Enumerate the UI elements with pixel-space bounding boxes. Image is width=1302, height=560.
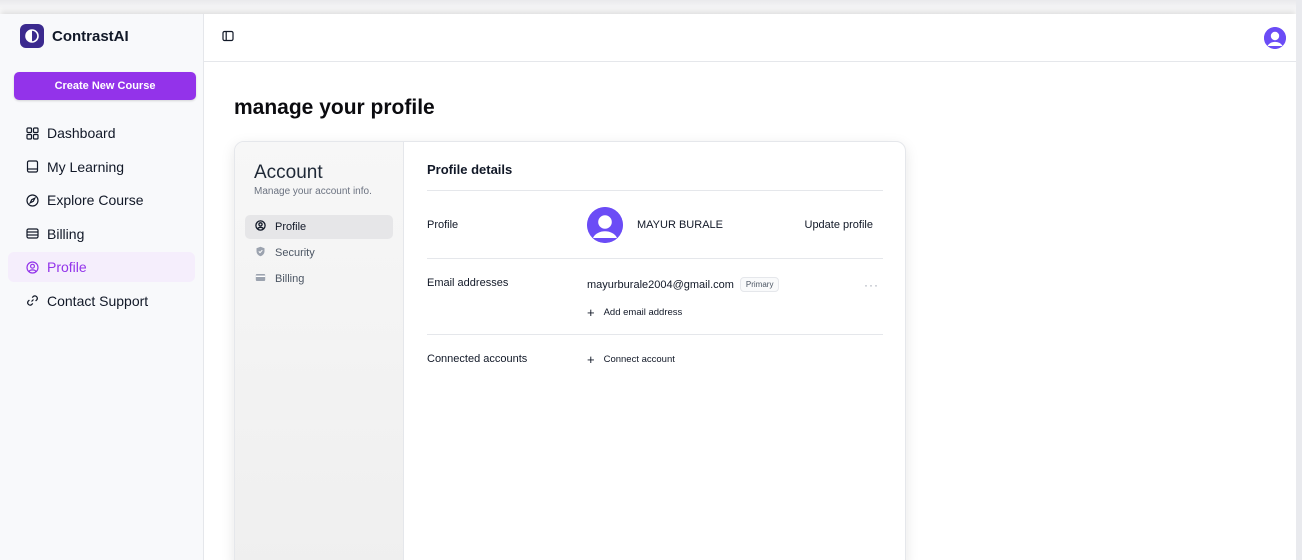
email-address: mayurburale2004@gmail.com xyxy=(587,278,734,291)
account-nav-label: Billing xyxy=(275,273,305,285)
main-content: manage your profile Account Manage your … xyxy=(204,14,1296,560)
sidebar: ContrastAI Create New Course Dashboard M… xyxy=(0,14,204,560)
profile-row: Profile MAYUR BURALE Update profile xyxy=(427,191,883,259)
window-right-edge xyxy=(1296,0,1302,560)
connected-accounts-row: Connected accounts + Connect account xyxy=(427,335,883,366)
page-title: manage your profile xyxy=(234,96,435,119)
profile-details-panel: Profile details Profile MAYUR BURALE Upd… xyxy=(404,142,905,560)
book-icon xyxy=(26,160,39,173)
plus-icon: + xyxy=(587,352,595,367)
sidebar-item-label: Profile xyxy=(47,259,87,275)
brand-logo-icon xyxy=(20,24,44,48)
connect-account-button[interactable]: + Connect account xyxy=(587,353,883,366)
wallet-icon xyxy=(26,227,39,240)
plus-icon: + xyxy=(587,305,595,320)
user-circle-icon xyxy=(26,260,39,274)
dashboard-icon xyxy=(26,126,39,140)
account-nav-label: Profile xyxy=(275,221,307,233)
profile-label: Profile xyxy=(427,218,459,231)
sidebar-item-profile[interactable]: Profile xyxy=(8,252,195,282)
brand-name: ContrastAI xyxy=(52,27,129,45)
credit-card-icon xyxy=(255,272,266,286)
sidebar-item-label: Contact Support xyxy=(47,292,149,309)
email-row-body: mayurburale2004@gmail.com Primary ··· + … xyxy=(587,277,883,334)
email-label: Email addresses xyxy=(427,277,509,289)
sidebar-nav: Dashboard My Learning Explore Course Bil… xyxy=(8,118,195,316)
account-sidebar: Account Manage your account info. Profil… xyxy=(235,142,404,560)
email-more-menu-icon[interactable]: ··· xyxy=(864,278,879,292)
user-avatar-icon[interactable] xyxy=(1264,26,1286,49)
update-profile-button[interactable]: Update profile xyxy=(805,219,874,231)
primary-badge: Primary xyxy=(739,277,780,292)
create-new-course-button[interactable]: Create New Course xyxy=(14,72,196,100)
account-nav-label: Security xyxy=(275,247,315,259)
brand[interactable]: ContrastAI xyxy=(8,14,195,58)
shield-icon xyxy=(255,246,266,260)
account-nav: Profile Security Billing xyxy=(245,215,393,291)
connected-row-body: + Connect account xyxy=(587,353,883,366)
profile-details-title: Profile details xyxy=(427,162,883,191)
email-entry: mayurburale2004@gmail.com Primary xyxy=(587,277,883,292)
sidebar-item-explore-course[interactable]: Explore Course xyxy=(8,185,195,215)
sidebar-item-label: My Learning xyxy=(47,158,125,175)
user-icon xyxy=(255,220,266,234)
app-window: ContrastAI Create New Course Dashboard M… xyxy=(0,14,1296,560)
sidebar-item-my-learning[interactable]: My Learning xyxy=(8,152,195,182)
profile-avatar-icon xyxy=(587,206,623,243)
add-email-button[interactable]: + Add email address xyxy=(587,306,883,319)
sidebar-item-label: Billing xyxy=(47,225,85,242)
connected-label: Connected accounts xyxy=(427,353,528,365)
sidebar-item-dashboard[interactable]: Dashboard xyxy=(8,118,195,148)
account-subtitle: Manage your account info. xyxy=(254,186,372,197)
sidebar-item-billing[interactable]: Billing xyxy=(8,219,195,249)
sidebar-item-contact-support[interactable]: Contact Support xyxy=(8,286,195,316)
sidebar-toggle-icon[interactable] xyxy=(222,29,234,47)
account-title: Account xyxy=(254,162,323,183)
topbar xyxy=(204,14,1296,62)
account-nav-security[interactable]: Security xyxy=(245,241,393,265)
profile-row-body: MAYUR BURALE Update profile xyxy=(587,206,883,243)
connect-account-label: Connect account xyxy=(603,354,675,365)
compass-icon xyxy=(26,193,39,207)
window-top-edge xyxy=(0,0,1302,14)
account-nav-billing[interactable]: Billing xyxy=(245,267,393,291)
link-icon xyxy=(26,294,39,307)
account-card: Account Manage your account info. Profil… xyxy=(234,141,906,560)
sidebar-item-label: Explore Course xyxy=(47,192,144,208)
email-row: Email addresses mayurburale2004@gmail.co… xyxy=(427,259,883,335)
add-email-label: Add email address xyxy=(603,307,683,318)
profile-name: MAYUR BURALE xyxy=(637,218,723,231)
sidebar-item-label: Dashboard xyxy=(47,125,116,141)
account-nav-profile[interactable]: Profile xyxy=(245,215,393,239)
